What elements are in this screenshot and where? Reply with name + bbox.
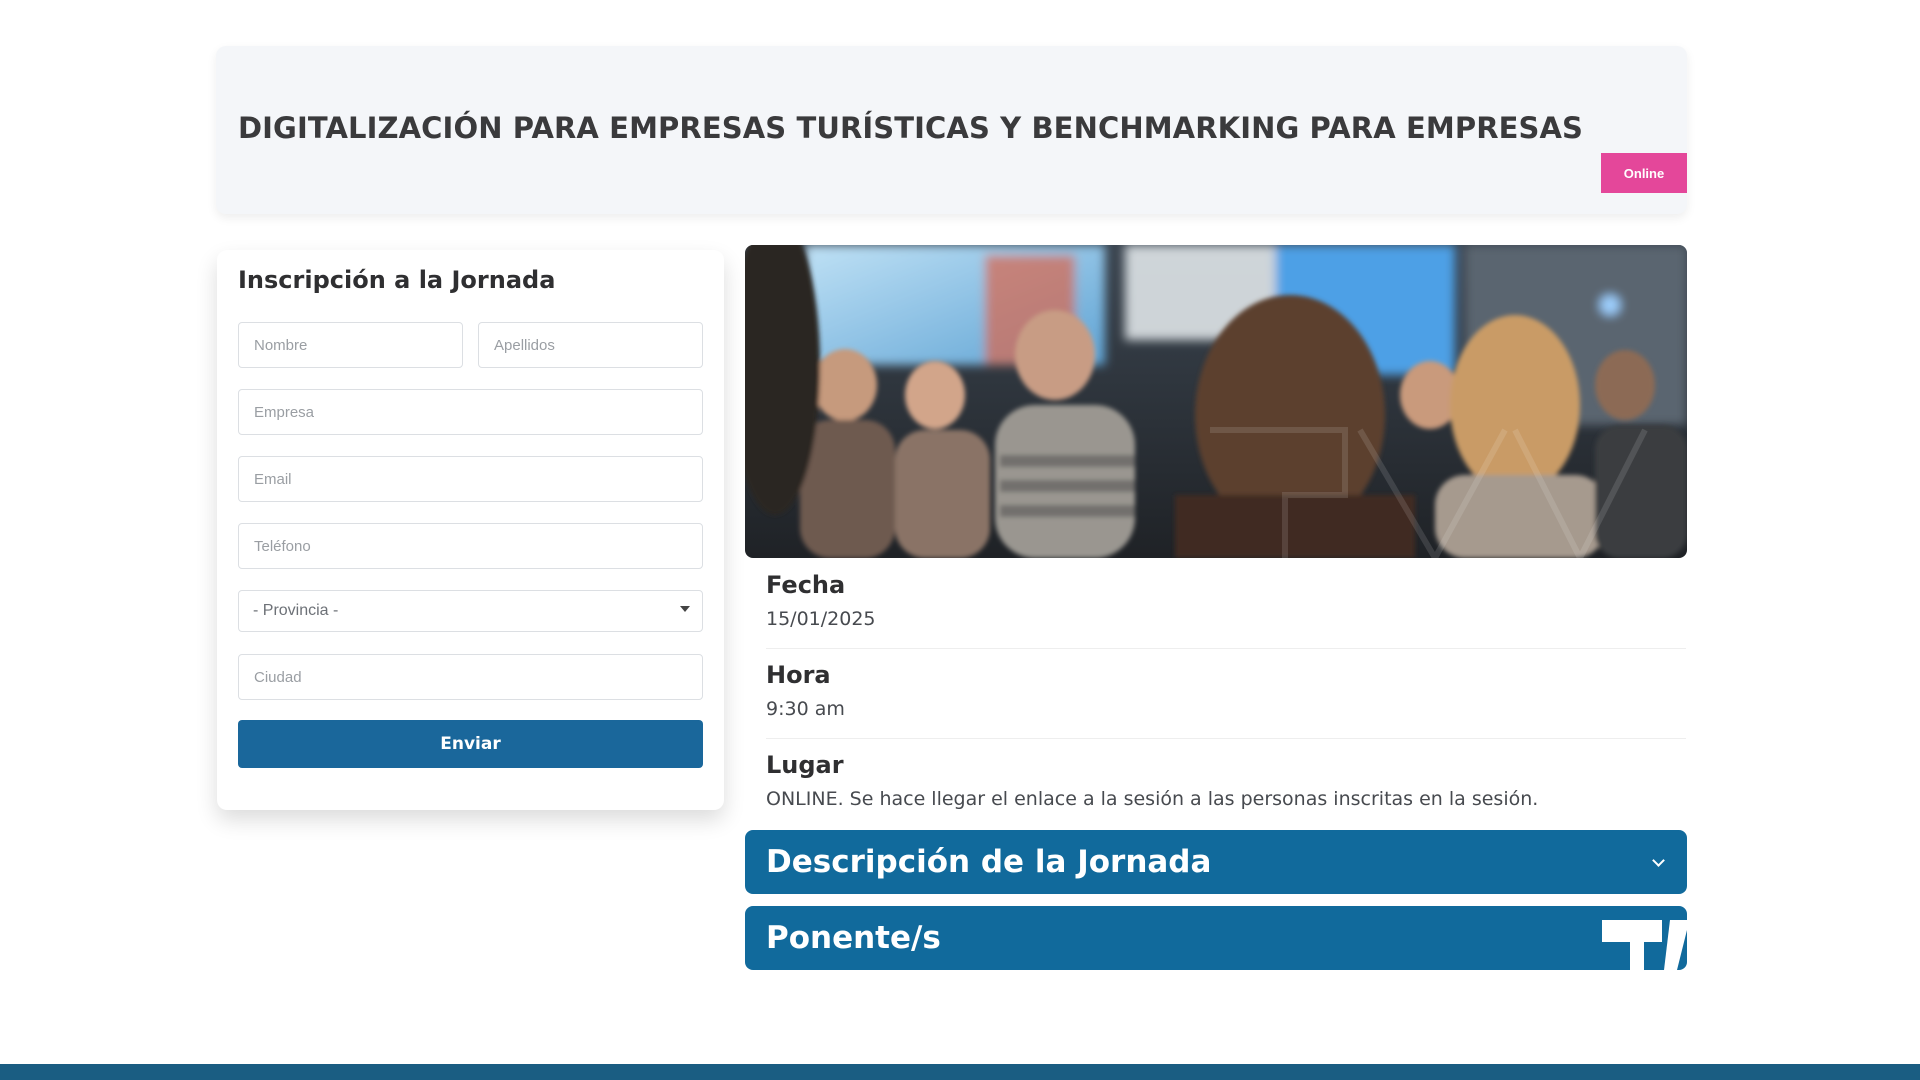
chevron-down-icon — [680, 606, 690, 612]
email-input[interactable] — [238, 456, 703, 502]
accordion-ponentes[interactable]: Ponente/s — [745, 906, 1687, 970]
conference-photo — [745, 245, 1687, 558]
event-title: DIGITALIZACIÓN PARA EMPRESAS TURÍSTICAS … — [238, 111, 1584, 145]
fecha-label: Fecha — [766, 571, 846, 599]
empresa-input[interactable] — [238, 389, 703, 435]
accordion-descripcion-title: Descripción de la Jornada — [766, 844, 1212, 880]
lugar-value: ONLINE. Se hace llegar el enlace a la se… — [766, 788, 1539, 810]
nombre-input[interactable] — [238, 322, 463, 368]
event-header: DIGITALIZACIÓN PARA EMPRESAS TURÍSTICAS … — [216, 46, 1687, 214]
form-title: Inscripción a la Jornada — [238, 266, 556, 294]
telefono-input[interactable] — [238, 523, 703, 569]
hora-value: 9:30 am — [766, 698, 845, 720]
ciudad-input[interactable] — [238, 654, 703, 700]
fecha-value: 15/01/2025 — [766, 608, 876, 630]
watermark-logo-icon — [1602, 920, 1687, 970]
registration-form: Inscripción a la Jornada - Provincia - E… — [217, 250, 724, 810]
submit-button[interactable]: Enviar — [238, 720, 703, 768]
lugar-label: Lugar — [766, 751, 844, 779]
accordion-descripcion[interactable]: Descripción de la Jornada — [745, 830, 1687, 894]
online-badge: Online — [1601, 153, 1687, 193]
footer-bar — [0, 1064, 1920, 1080]
provincia-select[interactable]: - Provincia - — [238, 590, 703, 632]
divider — [766, 738, 1686, 739]
apellidos-input[interactable] — [478, 322, 703, 368]
accordion-ponentes-title: Ponente/s — [766, 920, 941, 956]
divider — [766, 648, 1686, 649]
provincia-select-value: - Provincia - — [253, 602, 339, 619]
chevron-down-icon — [1652, 854, 1665, 867]
page: DIGITALIZACIÓN PARA EMPRESAS TURÍSTICAS … — [0, 0, 1920, 1080]
hora-label: Hora — [766, 661, 831, 689]
